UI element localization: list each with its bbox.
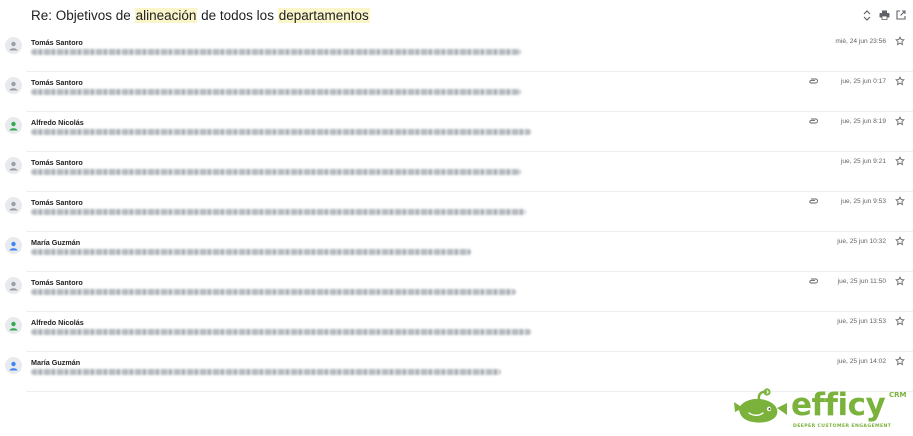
message-snippet-redacted — [31, 209, 526, 215]
message-date: jue, 25 jun 11:50 — [837, 278, 886, 285]
star-icon[interactable] — [894, 195, 905, 206]
message-sender: María Guzmán — [31, 358, 81, 367]
avatar-person-icon — [5, 157, 22, 174]
message-row[interactable]: Tomás Santoro jue, 25 jun 9:53 — [0, 192, 913, 232]
subject-highlight-term: alineación — [134, 8, 198, 23]
avatar-person-icon — [5, 37, 22, 54]
star-icon[interactable] — [894, 155, 905, 166]
message-date: jue, 25 jun 0:17 — [840, 78, 886, 85]
message-row[interactable]: Alfredo Nicolás jue, 25 jun 13:53 — [0, 312, 913, 352]
avatar-person-icon — [5, 197, 22, 214]
subject-middle: de todos los — [201, 8, 274, 23]
star-icon[interactable] — [894, 115, 905, 126]
avatar-person-icon — [5, 237, 22, 254]
thread-header: Re: Objetivos de alineación de todos los… — [0, 0, 913, 32]
message-date: jue, 25 jun 9:53 — [840, 198, 886, 205]
message-sender: Alfredo Nicolás — [31, 318, 84, 327]
star-icon[interactable] — [894, 35, 905, 46]
message-sender: Alfredo Nicolás — [31, 118, 84, 127]
message-snippet-redacted — [31, 129, 531, 135]
subject-prefix: Re: Objetivos de — [31, 8, 131, 23]
message-sender: María Guzmán — [31, 238, 81, 247]
expand-collapse-icon[interactable] — [861, 9, 873, 21]
message-snippet-redacted — [31, 249, 471, 255]
message-date: jue, 25 jun 9:21 — [840, 158, 886, 165]
logo-tagline: DEEPER CUSTOMER ENGAGEMENT — [793, 424, 892, 429]
message-date: jue, 25 jun 14:02 — [837, 358, 886, 365]
message-row[interactable]: Tomás Santoro mié, 24 jun 23:56 — [0, 32, 913, 72]
avatar-person-icon — [5, 357, 22, 374]
message-sender: Tomás Santoro — [31, 78, 83, 87]
avatar-person-icon — [5, 117, 22, 134]
open-in-new-window-icon[interactable] — [895, 9, 907, 21]
attachment-icon — [808, 277, 818, 285]
message-date: jue, 25 jun 10:32 — [837, 238, 886, 245]
avatar-person-icon — [5, 277, 22, 294]
subject-highlight-term: departamentos — [277, 8, 370, 23]
message-sender: Tomás Santoro — [31, 198, 83, 207]
message-date: jue, 25 jun 8:19 — [840, 118, 886, 125]
star-icon[interactable] — [894, 355, 905, 366]
efficy-logo: efficy CRM DEEPER CUSTOMER ENGAGEMENT — [733, 386, 911, 434]
attachment-icon — [808, 77, 818, 85]
message-row[interactable]: Tomás Santoro jue, 25 jun 9:21 — [0, 152, 913, 192]
thread-subject: Re: Objetivos de alineación de todos los… — [31, 8, 370, 23]
logo-wordmark: efficy — [791, 387, 886, 423]
star-icon[interactable] — [894, 315, 905, 326]
print-icon[interactable] — [878, 9, 890, 21]
message-sender: Tomás Santoro — [31, 158, 83, 167]
message-date: mié, 24 jun 23:56 — [835, 38, 886, 45]
star-icon[interactable] — [894, 275, 905, 286]
attachment-icon — [808, 197, 818, 205]
avatar-person-icon — [5, 317, 22, 334]
message-row[interactable]: Tomás Santoro jue, 25 jun 0:17 — [0, 72, 913, 112]
attachment-icon — [808, 117, 818, 125]
logo-suffix: CRM — [889, 391, 907, 399]
message-snippet-redacted — [31, 169, 521, 175]
message-row[interactable]: Tomás Santoro jue, 25 jun 11:50 — [0, 272, 913, 312]
message-row[interactable]: María Guzmán jue, 25 jun 10:32 — [0, 232, 913, 272]
message-sender: Tomás Santoro — [31, 278, 83, 287]
avatar-person-icon — [5, 77, 22, 94]
email-thread-view: Re: Objetivos de alineación de todos los… — [0, 0, 913, 436]
star-icon[interactable] — [894, 235, 905, 246]
star-icon[interactable] — [894, 75, 905, 86]
message-list: Tomás Santoro mié, 24 jun 23:56 Tomás Sant… — [0, 32, 913, 392]
message-snippet-redacted — [31, 369, 501, 375]
message-date: jue, 25 jun 13:53 — [837, 318, 886, 325]
efficy-mascot-icon — [734, 388, 787, 423]
message-snippet-redacted — [31, 49, 521, 55]
message-sender: Tomás Santoro — [31, 38, 83, 47]
message-snippet-redacted — [31, 89, 521, 95]
message-snippet-redacted — [31, 329, 531, 335]
message-row[interactable]: Alfredo Nicolás jue, 25 jun 8:19 — [0, 112, 913, 152]
message-snippet-redacted — [31, 289, 516, 295]
